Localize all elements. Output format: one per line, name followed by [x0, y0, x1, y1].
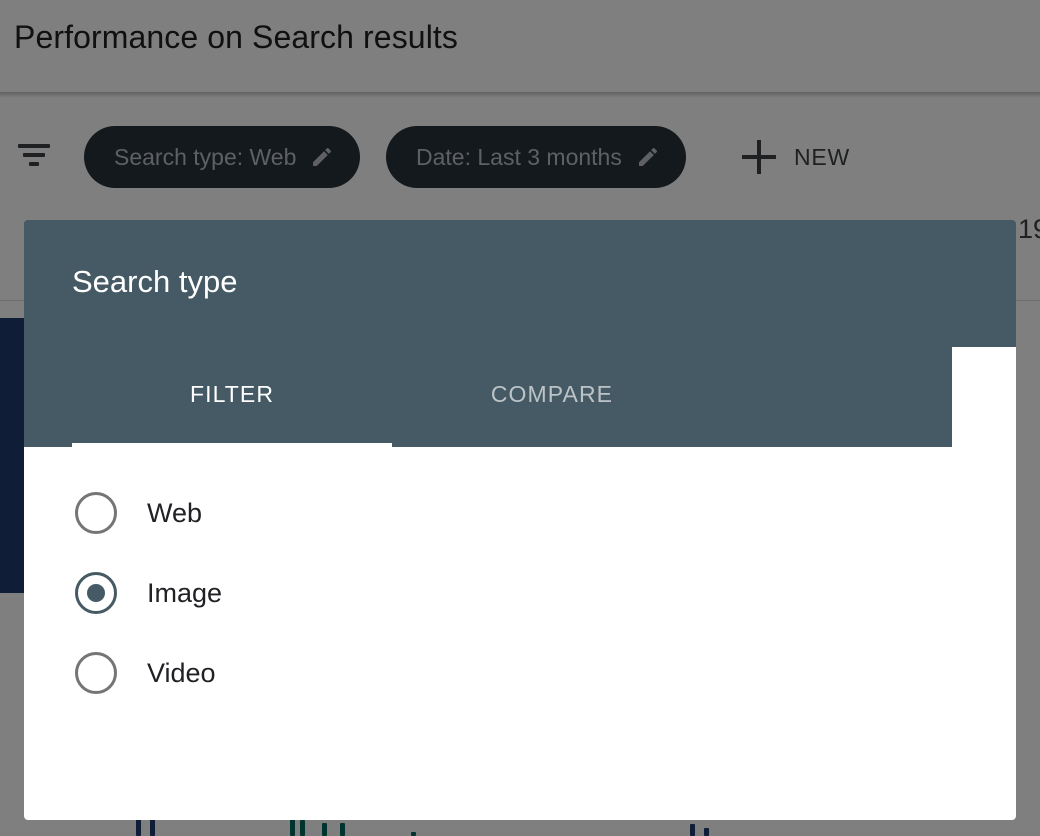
radio-option-web-label: Web: [147, 497, 203, 528]
tab-compare[interactable]: COMPARE: [392, 375, 712, 447]
tab-compare-label: COMPARE: [490, 381, 614, 407]
search-type-radio-group: Web Image Video: [24, 447, 1016, 713]
radio-option-video[interactable]: Video: [24, 633, 1016, 713]
search-type-dialog: Search type FILTER COMPARE Web Image Vid…: [24, 220, 1016, 820]
tab-filter[interactable]: FILTER: [72, 375, 392, 447]
radio-icon-video: [75, 652, 117, 694]
radio-icon-web: [75, 492, 117, 534]
radio-option-web[interactable]: Web: [24, 473, 1016, 553]
dialog-body-corner: [952, 347, 1016, 447]
dialog-title: Search type: [72, 264, 238, 299]
radio-icon-image-selected: [75, 572, 117, 614]
dialog-tabs: FILTER COMPARE: [72, 375, 712, 447]
radio-option-video-label: Video: [147, 657, 216, 688]
radio-option-image-label: Image: [147, 577, 223, 608]
screenshot-root: Performance on Search results Search typ…: [0, 0, 1040, 836]
dialog-body: Web Image Video CANCEL APPLY: [24, 447, 1016, 820]
tab-filter-label: FILTER: [189, 381, 275, 407]
radio-option-image[interactable]: Image: [24, 553, 1016, 633]
